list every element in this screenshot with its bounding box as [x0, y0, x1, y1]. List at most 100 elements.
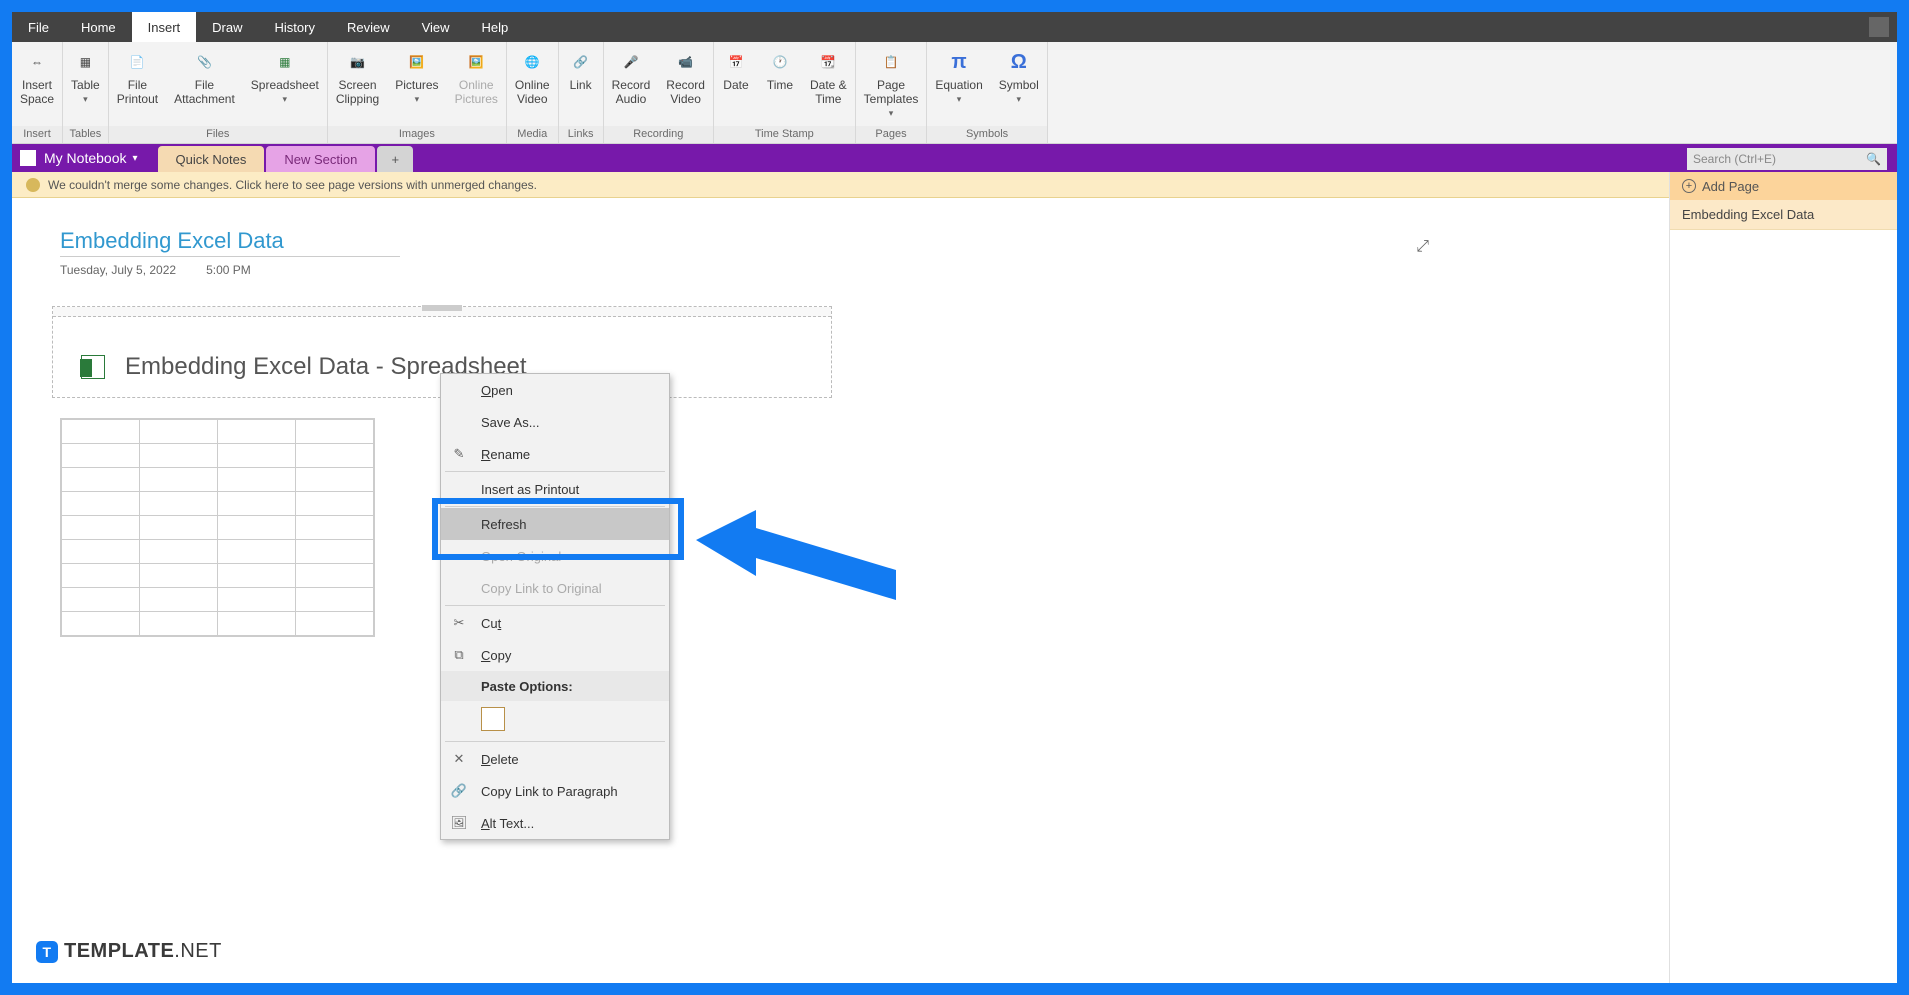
- merge-conflict-banner[interactable]: We couldn't merge some changes. Click he…: [12, 172, 1897, 198]
- ctx-copy-link-original: Copy Link to Original: [441, 572, 669, 604]
- copy-icon: ⧉: [451, 647, 467, 663]
- menu-draw[interactable]: Draw: [196, 12, 258, 42]
- page-list-item[interactable]: Embedding Excel Data: [1670, 200, 1897, 230]
- plus-icon: +: [1682, 179, 1696, 193]
- annotation-arrow-icon: [696, 510, 906, 620]
- page-templates-button[interactable]: 📋PageTemplates▾: [856, 44, 927, 126]
- page-canvas[interactable]: Embedding Excel Data Tuesday, July 5, 20…: [12, 198, 1669, 983]
- page-panel: + Add Page Embedding Excel Data: [1669, 172, 1897, 983]
- camera-icon: 📷: [344, 48, 372, 76]
- watermark: T TEMPLATE.NET: [36, 940, 222, 963]
- ctx-paste-options-header: Paste Options:: [441, 671, 669, 701]
- omega-icon: Ω: [1005, 48, 1033, 76]
- spreadsheet-button[interactable]: ▦Spreadsheet▾: [243, 44, 327, 126]
- menu-insert[interactable]: Insert: [132, 12, 197, 42]
- watermark-logo-icon: T: [36, 941, 58, 963]
- ctx-alt-text[interactable]: 🖼Alt Text...: [441, 807, 669, 839]
- ctx-open[interactable]: Open: [441, 374, 669, 406]
- window-restore-icon[interactable]: [1869, 17, 1889, 37]
- ctx-refresh[interactable]: Refresh: [441, 508, 669, 540]
- page-time: 5:00 PM: [206, 263, 251, 277]
- content-area: We couldn't merge some changes. Click he…: [12, 172, 1897, 983]
- menu-review[interactable]: Review: [331, 12, 406, 42]
- symbol-button[interactable]: ΩSymbol▾: [991, 44, 1047, 126]
- clipboard-icon: [481, 707, 505, 731]
- tab-quick-notes[interactable]: Quick Notes: [158, 146, 265, 172]
- menu-file[interactable]: File: [12, 12, 65, 42]
- menu-history[interactable]: History: [259, 12, 331, 42]
- scissors-icon: ✂: [451, 615, 467, 631]
- online-picture-icon: 🖼️: [462, 48, 490, 76]
- context-menu: Open Save As... ✎Rename Insert as Printo…: [440, 373, 670, 840]
- notebook-name[interactable]: My Notebook: [44, 150, 126, 166]
- alt-text-icon: 🖼: [451, 815, 467, 831]
- ctx-paste-option[interactable]: [441, 701, 669, 740]
- app-window: File Home Insert Draw History Review Vie…: [12, 12, 1897, 983]
- fullscreen-icon[interactable]: ⤢: [1416, 238, 1429, 256]
- webcam-icon: 📹: [672, 48, 700, 76]
- tab-new-section[interactable]: New Section: [266, 146, 375, 172]
- rename-icon: ✎: [451, 446, 467, 462]
- calendar-icon: 📅: [722, 48, 750, 76]
- excel-file-icon: [81, 355, 105, 379]
- online-pictures-button[interactable]: 🖼️OnlinePictures: [447, 44, 506, 126]
- time-button[interactable]: 🕐Time: [758, 44, 802, 126]
- notebook-bar: My Notebook ▾ Quick Notes New Section + …: [12, 144, 1897, 172]
- ctx-save-as[interactable]: Save As...: [441, 406, 669, 438]
- add-page-button[interactable]: + Add Page: [1670, 172, 1897, 200]
- globe-icon: 🌐: [518, 48, 546, 76]
- menu-home[interactable]: Home: [65, 12, 132, 42]
- equation-button[interactable]: πEquation▾: [927, 44, 990, 126]
- date-button[interactable]: 📅Date: [714, 44, 758, 126]
- banner-text: We couldn't merge some changes. Click he…: [48, 178, 537, 192]
- pictures-button[interactable]: 🖼️Pictures▾: [387, 44, 446, 126]
- link-button[interactable]: 🔗Link: [559, 44, 603, 126]
- ctx-insert-printout[interactable]: Insert as Printout: [441, 473, 669, 505]
- screen-clipping-button[interactable]: 📷ScreenClipping: [328, 44, 387, 126]
- spreadsheet-preview[interactable]: [60, 418, 375, 637]
- paperclip-icon: 📎: [190, 48, 218, 76]
- record-audio-button[interactable]: 🎤RecordAudio: [604, 44, 659, 126]
- link-icon: 🔗: [567, 48, 595, 76]
- excel-icon: ▦: [271, 48, 299, 76]
- ctx-copy-link-paragraph[interactable]: 🔗Copy Link to Paragraph: [441, 775, 669, 807]
- search-input[interactable]: Search (Ctrl+E) 🔍: [1687, 148, 1887, 170]
- ctx-open-original: Open Original: [441, 540, 669, 572]
- date-time-button[interactable]: 📆Date &Time: [802, 44, 855, 126]
- file-printout-icon: 📄: [123, 48, 151, 76]
- ctx-delete[interactable]: ✕Delete: [441, 743, 669, 775]
- container-handle[interactable]: [53, 307, 831, 317]
- tab-add-section[interactable]: +: [377, 146, 413, 172]
- info-icon: [26, 178, 40, 192]
- file-attachment-button[interactable]: 📎FileAttachment: [166, 44, 243, 126]
- ribbon: ⇔InsertSpaceInsert ▦Table▾Tables 📄FilePr…: [12, 42, 1897, 144]
- page-meta: Tuesday, July 5, 2022 5:00 PM: [60, 263, 1669, 277]
- calendar-clock-icon: 📆: [814, 48, 842, 76]
- page-title[interactable]: Embedding Excel Data: [60, 228, 400, 257]
- menu-help[interactable]: Help: [466, 12, 525, 42]
- delete-icon: ✕: [451, 751, 467, 767]
- notebook-icon: [20, 150, 36, 166]
- pi-icon: π: [945, 48, 973, 76]
- insert-space-button[interactable]: ⇔InsertSpace: [12, 44, 62, 126]
- section-tabs: Quick Notes New Section +: [158, 144, 416, 172]
- search-placeholder: Search (Ctrl+E): [1693, 152, 1776, 166]
- page-date: Tuesday, July 5, 2022: [60, 263, 176, 277]
- insert-space-icon: ⇔: [23, 48, 51, 76]
- clock-icon: 🕐: [766, 48, 794, 76]
- online-video-button[interactable]: 🌐OnlineVideo: [507, 44, 558, 126]
- search-icon[interactable]: 🔍: [1866, 152, 1881, 166]
- file-printout-button[interactable]: 📄FilePrintout: [109, 44, 166, 126]
- template-icon: 📋: [877, 48, 905, 76]
- ctx-copy[interactable]: ⧉Copy: [441, 639, 669, 671]
- chevron-down-icon[interactable]: ▾: [132, 153, 137, 164]
- page-area: We couldn't merge some changes. Click he…: [12, 172, 1897, 983]
- picture-icon: 🖼️: [403, 48, 431, 76]
- ctx-rename[interactable]: ✎Rename: [441, 438, 669, 470]
- ctx-cut[interactable]: ✂Cut: [441, 607, 669, 639]
- menu-view[interactable]: View: [406, 12, 466, 42]
- menu-bar: File Home Insert Draw History Review Vie…: [12, 12, 1897, 42]
- link-paragraph-icon: 🔗: [451, 783, 467, 799]
- record-video-button[interactable]: 📹RecordVideo: [658, 44, 713, 126]
- table-button[interactable]: ▦Table▾: [63, 44, 108, 126]
